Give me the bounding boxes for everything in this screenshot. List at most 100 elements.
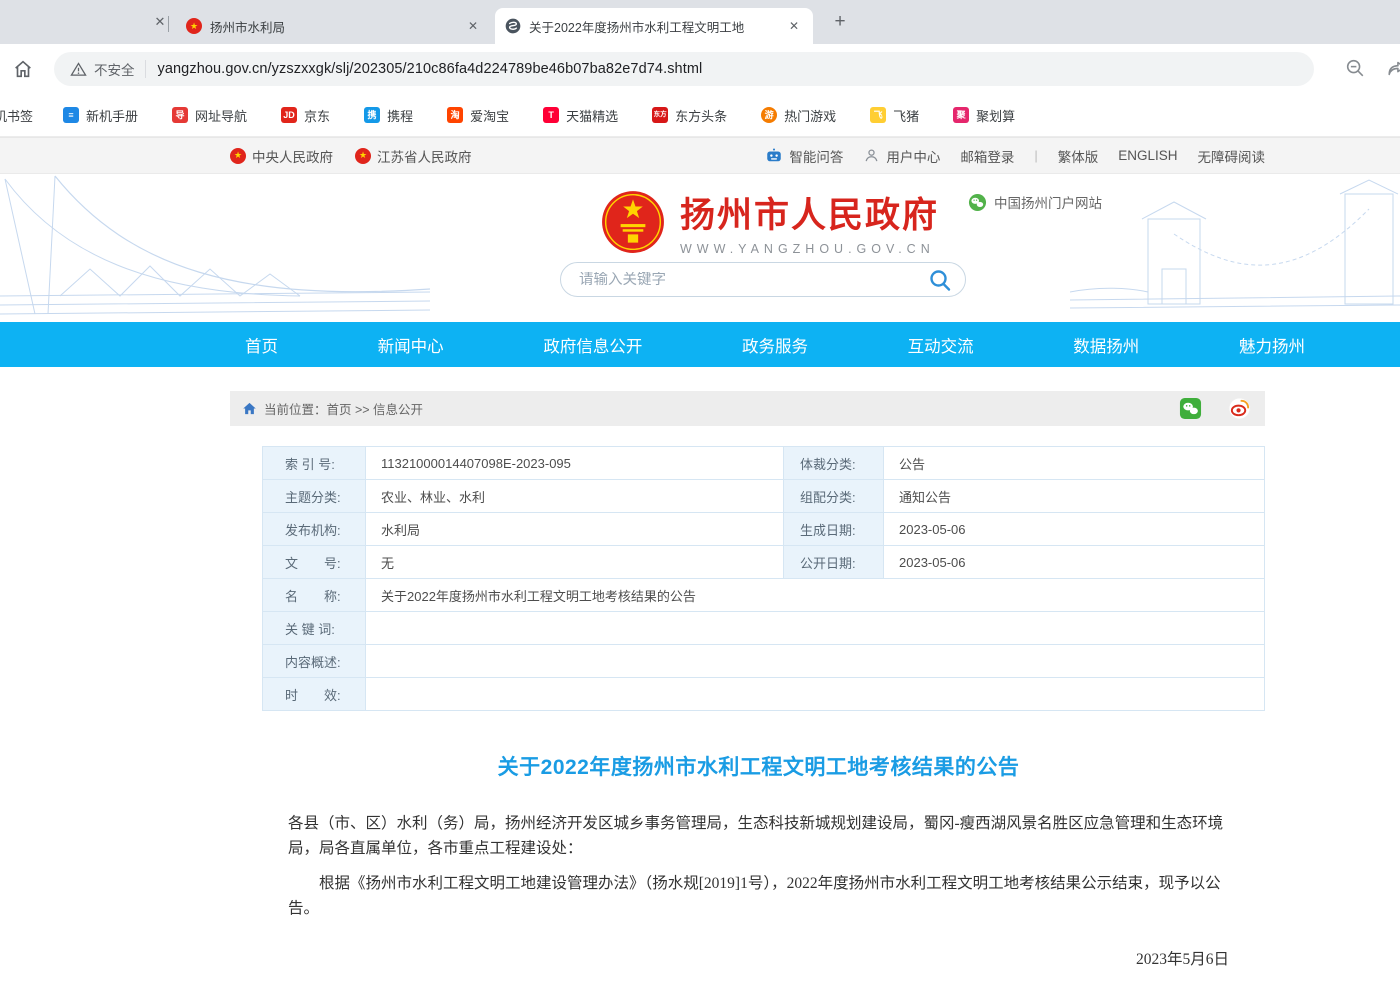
gov-emblem-icon: ★ [355,148,371,164]
tab-announcement-active[interactable]: 关于2022年度扬州市水利工程文明工地 ✕ [495,8,813,44]
table-row: 主题分类: 农业、林业、水利 组配分类: 通知公告 [263,480,1265,513]
site-name: 扬州市人民政府 [680,187,939,238]
nav-services[interactable]: 政务服务 [742,333,808,357]
tab-title: 关于2022年度扬州市水利工程文明工地 [529,17,777,36]
address-bar: 不安全 yangzhou.gov.cn/yzszxxgk/slj/202305/… [0,44,1400,94]
meta-value: 2023-05-06 [884,513,1265,546]
meta-value: 2023-05-06 [884,546,1265,579]
article-paragraph: 各县（市、区）水利（务）局，扬州经济开发区城乡事务管理局，生态科技新城规划建设局… [288,811,1229,861]
sogou-favicon [505,18,521,34]
content-area: 当前位置：首页 >> 信息公开 索 引 号: 11321000014407098… [230,391,1265,997]
bookmark-item[interactable]: ≡ 新机手册 [63,106,138,125]
bookmark-item[interactable]: 机书签 [0,106,33,125]
share-icon[interactable] [1386,57,1400,79]
nav-interaction[interactable]: 互动交流 [908,333,974,357]
wechat-globe-icon [968,193,987,212]
close-icon[interactable]: ✕ [464,17,482,35]
bookmark-item[interactable]: 携 携程 [364,106,413,125]
meta-value [366,678,1265,711]
meta-value: 通知公告 [884,480,1265,513]
table-row: 名 称: 关于2022年度扬州市水利工程文明工地考核结果的公告 [263,579,1265,612]
bookmark-item[interactable]: 游 热门游戏 [761,106,836,125]
article-date: 2023年5月6日 [288,947,1229,969]
bookmark-item[interactable]: 导 网址导航 [172,106,247,125]
url-text: yangzhou.gov.cn/yzszxxgk/slj/202305/210c… [158,61,703,77]
meta-label: 主题分类: [263,480,366,513]
breadcrumb: 当前位置：首页 >> 信息公开 [230,391,1265,426]
bookmark-favicon: 导 [172,107,188,123]
bookmark-favicon: JD [281,107,297,123]
meta-label: 名 称: [263,579,366,612]
robot-icon [765,147,783,165]
main-nav: 首页 新闻中心 政府信息公开 政务服务 互动交流 数据扬州 魅力扬州 [0,322,1400,367]
tab-divider [168,16,169,32]
table-row: 发布机构: 水利局 生成日期: 2023-05-06 [263,513,1265,546]
search-input[interactable] [579,272,927,288]
gov-top-band: ★ 中央人民政府 ★ 江苏省人民政府 智能问答 用户中心 邮箱登录 [0,137,1400,174]
meta-value: 关于2022年度扬州市水利工程文明工地考核结果的公告 [366,579,1265,612]
security-label: 不安全 [94,59,135,79]
link-central-gov[interactable]: ★ 中央人民政府 [230,146,333,166]
meta-label: 生成日期: [784,513,884,546]
home-icon[interactable] [6,52,40,86]
bookmark-favicon: 聚 [953,107,969,123]
bookmark-item[interactable]: 淘 爱淘宝 [447,106,509,125]
bookmark-favicon: ≡ [63,107,79,123]
nav-charm[interactable]: 魅力扬州 [1239,333,1305,357]
bridge-art-right [1070,174,1400,322]
national-emblem-icon [600,189,666,255]
omnibox-separator [145,60,146,78]
gov-emblem-icon: ★ [230,148,246,164]
bookmark-favicon: 游 [761,107,777,123]
gov-emblem-icon: ★ [186,18,202,34]
meta-label: 文 号: [263,546,366,579]
close-icon[interactable]: ✕ [150,12,170,32]
nav-info-disclosure[interactable]: 政府信息公开 [543,333,642,357]
browser-tab-strip: ✕ ★ 扬州市水利局 ✕ 关于2022年度扬州市水利工程文明工地 ✕ + [0,0,1400,44]
link-traditional-chinese[interactable]: 繁体版 [1058,146,1099,166]
tab-water-bureau[interactable]: ★ 扬州市水利局 ✕ [176,8,492,44]
close-icon[interactable]: ✕ [785,17,803,35]
weibo-share-icon[interactable] [1228,397,1251,420]
url-omnibox[interactable]: 不安全 yangzhou.gov.cn/yzszxxgk/slj/202305/… [54,52,1314,86]
site-banner: 扬州市人民政府 WWW.YANGZHOU.GOV.CN 中国扬州门户网站 [0,174,1400,322]
breadcrumb-label: 当前位置： [264,403,327,417]
bookmark-item[interactable]: 东方 东方头条 [652,106,727,125]
link-user-center[interactable]: 用户中心 [863,146,940,166]
portal-badge[interactable]: 中国扬州门户网站 [968,192,1102,212]
meta-label: 关 键 词: [263,612,366,645]
meta-value: 无 [366,546,784,579]
meta-value [366,645,1265,678]
bookmark-favicon: T [543,107,559,123]
new-tab-button[interactable]: + [828,10,852,34]
meta-label: 体裁分类: [784,447,884,480]
link-accessibility[interactable]: 无障碍阅读 [1198,146,1266,166]
link-smart-qa[interactable]: 智能问答 [765,146,843,166]
bookmark-item[interactable]: 飞 飞猪 [870,106,919,125]
bookmark-item[interactable]: 聚 聚划算 [953,106,1015,125]
meta-value: 11321000014407098E-2023-095 [366,447,784,480]
nav-data[interactable]: 数据扬州 [1073,333,1139,357]
link-mail-login[interactable]: 邮箱登录 [960,146,1014,166]
document-meta-table: 索 引 号: 11321000014407098E-2023-095 体裁分类:… [262,446,1265,711]
bookmark-item[interactable]: T 天猫精选 [543,106,618,125]
site-url: WWW.YANGZHOU.GOV.CN [680,242,939,256]
portal-label: 中国扬州门户网站 [994,192,1102,212]
link-jiangsu-gov[interactable]: ★ 江苏省人民政府 [355,146,472,166]
bookmark-favicon: 携 [364,107,380,123]
link-english[interactable]: ENGLISH [1118,148,1177,163]
site-logo[interactable]: 扬州市人民政府 WWW.YANGZHOU.GOV.CN [600,187,939,256]
home-icon[interactable] [242,401,257,416]
bookmark-favicon: 淘 [447,107,463,123]
search-icon[interactable] [927,267,953,293]
bookmark-item[interactable]: JD 京东 [281,106,330,125]
nav-news[interactable]: 新闻中心 [378,333,444,357]
user-icon [863,147,880,164]
bookmark-favicon: 东方 [652,107,668,123]
table-row: 内容概述: [263,645,1265,678]
nav-home[interactable]: 首页 [245,333,278,357]
wechat-share-icon[interactable] [1179,397,1202,420]
meta-value: 公告 [884,447,1265,480]
bookmark-favicon: 飞 [870,107,886,123]
zoom-out-icon[interactable] [1344,57,1366,79]
